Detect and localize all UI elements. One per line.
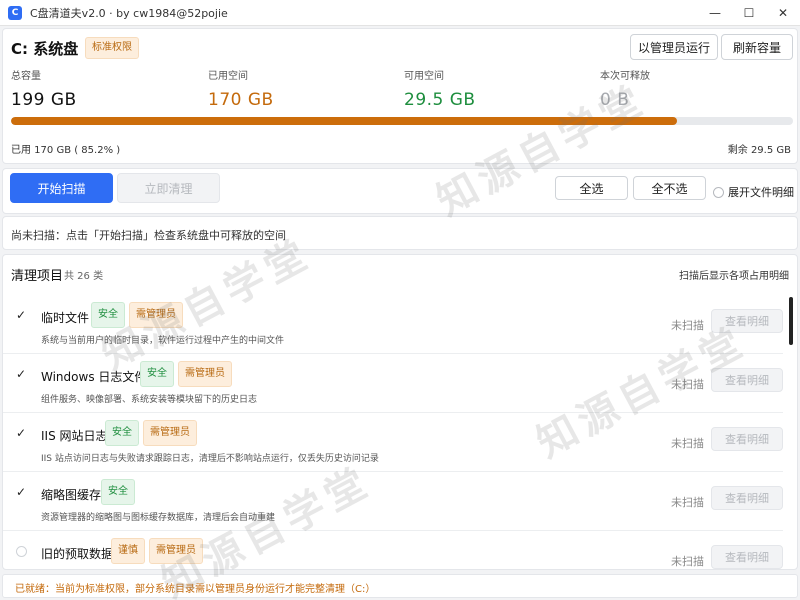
cleanup-item-old-prefetch: 旧的预取数据 谨慎 需管理员 未扫描 查看明细	[3, 531, 783, 569]
usage-progress-bar	[11, 117, 793, 125]
item-status: 未扫描	[671, 496, 704, 509]
select-none-button[interactable]: 全不选	[633, 176, 706, 200]
footer-text: 已就绪：当前为标准权限，部分系统目录需以管理员身份运行才能完整清理（C:）	[15, 584, 376, 595]
items-scrollbar[interactable]	[789, 297, 793, 345]
safe-badge: 安全	[140, 361, 174, 387]
items-hint: 扫描后显示各项占用明细	[679, 271, 789, 282]
status-text: 尚未扫描：点击「开始扫描」检查系统盘中可释放的空间	[11, 229, 286, 242]
item-badges: 谨慎 需管理员	[111, 538, 203, 564]
start-scan-button[interactable]: 开始扫描	[10, 173, 113, 203]
item-badges: 安全 需管理员	[140, 361, 232, 387]
view-details-button[interactable]: 查看明细	[711, 486, 783, 510]
stat-free-label: 可用空间	[404, 71, 444, 82]
items-title: 清理项目	[11, 269, 64, 284]
item-status: 未扫描	[671, 437, 704, 450]
status-card: 尚未扫描：点击「开始扫描」检查系统盘中可释放的空间	[2, 216, 798, 250]
cleanup-items-card: 清理项目 共 26 类 扫描后显示各项占用明细 ✓ 临时文件 安全 需管理员 系…	[2, 254, 798, 570]
items-count: 共 26 类	[64, 271, 104, 282]
stat-used-label: 已用空间	[208, 71, 248, 82]
item-badges: 安全 需管理员	[91, 302, 183, 328]
stat-free: 可用空间 29.5 GB	[404, 67, 476, 110]
item-name: 临时文件	[41, 311, 90, 325]
caution-badge: 谨慎	[111, 538, 145, 564]
footer-status-bar: 已就绪：当前为标准权限，部分系统目录需以管理员身份运行才能完整清理（C:）	[2, 574, 798, 598]
cleanup-item-list: ✓ 临时文件 安全 需管理员 系统与当前用户的临时目录，软件运行过程中产生的中间…	[3, 295, 783, 569]
view-details-button[interactable]: 查看明细	[711, 368, 783, 392]
checkmark-icon[interactable]: ✓	[16, 308, 26, 322]
stat-used: 已用空间 170 GB	[208, 67, 274, 110]
safe-badge: 安全	[91, 302, 125, 328]
admin-badge: 需管理员	[178, 361, 232, 387]
item-description: 组件服务、映像部署、系统安装等模块留下的历史日志	[41, 395, 258, 405]
close-button[interactable]: ✕	[766, 0, 800, 26]
disk-name: C: 系统盘	[11, 40, 79, 58]
checkmark-icon[interactable]: ✓	[16, 367, 26, 381]
window-controls: — ☐ ✕	[698, 0, 800, 26]
minimize-button[interactable]: —	[698, 0, 732, 26]
stat-releasable-label: 本次可释放	[600, 71, 650, 82]
item-description: 资源管理器的缩略图与图标缓存数据库，清理后会自动重建	[41, 513, 276, 523]
item-name: 旧的预取数据	[41, 547, 114, 561]
usage-progress-fill	[11, 117, 678, 125]
admin-badge: 需管理员	[149, 538, 203, 564]
refresh-capacity-button[interactable]: 刷新容量	[721, 34, 793, 60]
title-bar: C C盘清道夫v2.0 · by cw1984@52pojie — ☐ ✕	[0, 0, 800, 26]
cleanup-item-windows-logs: ✓ Windows 日志文件 安全 需管理员 组件服务、映像部署、系统安装等模块…	[3, 354, 783, 413]
permission-badge: 标准权限	[85, 37, 139, 59]
cleanup-item-temp-files: ✓ 临时文件 安全 需管理员 系统与当前用户的临时目录，软件运行过程中产生的中间…	[3, 295, 783, 354]
item-name: Windows 日志文件	[41, 370, 147, 384]
item-name: 缩略图缓存	[41, 488, 102, 502]
stat-releasable-value: 0 B	[600, 90, 630, 110]
clean-now-button[interactable]: 立即清理	[117, 173, 220, 203]
item-status: 未扫描	[671, 555, 704, 568]
checkmark-icon[interactable]: ✓	[16, 485, 26, 499]
checkmark-icon[interactable]: ✓	[16, 426, 26, 440]
app-icon: C	[8, 5, 22, 20]
select-all-button[interactable]: 全选	[555, 176, 628, 200]
remaining-summary: 剩余 29.5 GB	[727, 145, 791, 156]
used-summary: 已用 170 GB ( 85.2% )	[11, 145, 121, 156]
stat-free-value: 29.5 GB	[404, 90, 476, 110]
view-details-button[interactable]: 查看明细	[711, 309, 783, 333]
stat-total-label: 总容量	[11, 71, 41, 82]
item-status: 未扫描	[671, 378, 704, 391]
admin-badge: 需管理员	[129, 302, 183, 328]
window-title: C盘清道夫v2.0 · by cw1984@52pojie	[30, 6, 228, 20]
disk-info-card: C: 系统盘 标准权限 以管理员运行 刷新容量 总容量 199 GB 已用空间 …	[2, 28, 798, 164]
safe-badge: 安全	[101, 479, 135, 505]
stat-used-value: 170 GB	[208, 90, 274, 110]
cleanup-item-thumbnail-cache: ✓ 缩略图缓存 安全 资源管理器的缩略图与图标缓存数据库，清理后会自动重建 未扫…	[3, 472, 783, 531]
item-badges: 安全	[101, 479, 135, 505]
expand-details-radio[interactable]	[713, 186, 724, 198]
expand-details-label: 展开文件明细	[728, 186, 794, 199]
item-badges: 安全 需管理员	[105, 420, 197, 446]
stat-total-value: 199 GB	[11, 90, 77, 110]
expand-details-toggle[interactable]: 展开文件明细	[713, 184, 794, 200]
stat-total: 总容量 199 GB	[11, 67, 77, 110]
safe-badge: 安全	[105, 420, 139, 446]
item-description: 系统与当前用户的临时目录，软件运行过程中产生的中间文件	[41, 336, 285, 346]
item-name: IIS 网站日志	[41, 429, 108, 443]
action-bar: 开始扫描 立即清理 全选 全不选 展开文件明细	[2, 168, 798, 214]
item-status: 未扫描	[671, 319, 704, 332]
maximize-button[interactable]: ☐	[732, 0, 766, 26]
view-details-button[interactable]: 查看明细	[711, 427, 783, 451]
run-as-admin-button[interactable]: 以管理员运行	[630, 34, 718, 60]
unchecked-circle-icon[interactable]	[16, 546, 27, 557]
admin-badge: 需管理员	[143, 420, 197, 446]
item-description: IIS 站点访问日志与失败请求跟踪日志，清理后不影响站点运行，仅丢失历史访问记录	[41, 454, 379, 464]
view-details-button[interactable]: 查看明细	[711, 545, 783, 569]
cleanup-item-iis-logs: ✓ IIS 网站日志 安全 需管理员 IIS 站点访问日志与失败请求跟踪日志，清…	[3, 413, 783, 472]
stat-releasable: 本次可释放 0 B	[600, 67, 650, 110]
